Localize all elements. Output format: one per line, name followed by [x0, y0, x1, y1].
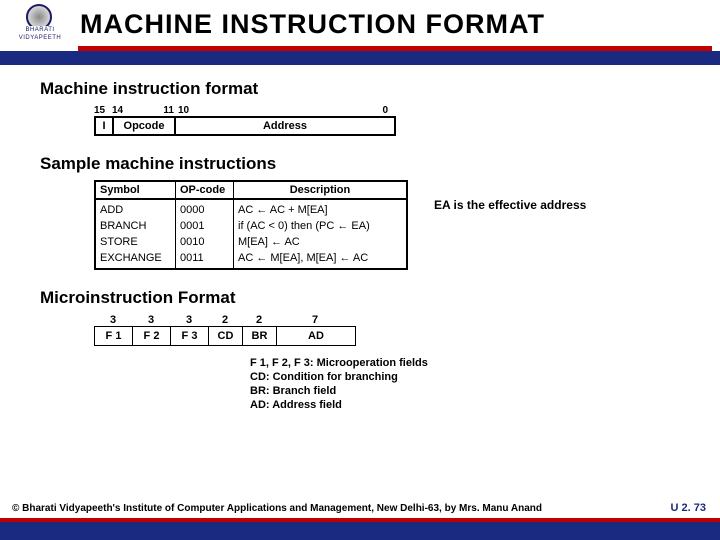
- microinstruction-diagram: 3 3 3 2 2 7 F 1 F 2 F 3 CD BR AD: [94, 314, 720, 346]
- legend-line: F 1, F 2, F 3: Microoperation fields: [250, 356, 720, 370]
- col-opcode: 0000 0001 0010 0011: [176, 200, 234, 268]
- bit-label: 0: [194, 105, 390, 116]
- col-header-description: Description: [234, 182, 406, 198]
- table-cell: 0000: [180, 202, 229, 218]
- col-header-opcode: OP-code: [176, 182, 234, 198]
- logo-text: BHARATIVIDYAPEETH: [8, 26, 72, 42]
- col-symbol: ADD BRANCH STORE EXCHANGE: [96, 200, 176, 268]
- field-cd: CD: [209, 327, 243, 345]
- bit-width: 3: [132, 314, 170, 326]
- field-f3: F 3: [171, 327, 209, 345]
- section3-heading: Microinstruction Format: [40, 288, 720, 308]
- col-description: AC ← AC + M[EA] if (AC < 0) then (PC ← E…: [234, 200, 406, 268]
- table-cell: M[EA] ← AC: [238, 234, 402, 250]
- ea-note: EA is the effective address: [434, 198, 586, 212]
- table-cell: STORE: [100, 234, 171, 250]
- field-f2: F 2: [133, 327, 171, 345]
- bit-label: 10: [174, 105, 194, 116]
- table-cell: 0010: [180, 234, 229, 250]
- field-f1: F 1: [95, 327, 133, 345]
- bit-width: 7: [276, 314, 354, 326]
- col-header-symbol: Symbol: [96, 182, 176, 198]
- field-ad: AD: [277, 327, 355, 345]
- table-cell: BRANCH: [100, 218, 171, 234]
- legend-line: CD: Condition for branching: [250, 370, 720, 384]
- instruction-table: Symbol OP-code Description ADD BRANCH ST…: [94, 180, 408, 270]
- legend-line: AD: Address field: [250, 398, 720, 412]
- table-cell: if (AC < 0) then (PC ← EA): [238, 218, 402, 234]
- bit-label: 15: [94, 105, 112, 116]
- slide-content: Machine instruction format 15 14 11 10 0…: [0, 65, 720, 412]
- page-title: MACHINE INSTRUCTION FORMAT: [80, 9, 545, 40]
- page-number: U 2. 73: [671, 502, 706, 514]
- bit-label: 14: [112, 105, 140, 116]
- microinstruction-legend: F 1, F 2, F 3: Microoperation fields CD:…: [250, 356, 720, 412]
- section2-heading: Sample machine instructions: [40, 154, 720, 174]
- accent-bar-blue: [0, 51, 720, 65]
- bit-width: 2: [208, 314, 242, 326]
- copyright-text: © Bharati Vidyapeeth's Institute of Comp…: [12, 503, 542, 514]
- footer-bar: [0, 522, 720, 540]
- section1-heading: Machine instruction format: [40, 79, 720, 99]
- instruction-format-diagram: 15 14 11 10 0 I Opcode Address: [94, 105, 720, 136]
- table-cell: ADD: [100, 202, 171, 218]
- bit-label: 11: [140, 105, 174, 116]
- institution-logo: BHARATIVIDYAPEETH: [8, 4, 72, 44]
- table-cell: 0011: [180, 250, 229, 266]
- field-i: I: [96, 118, 114, 134]
- table-cell: 0001: [180, 218, 229, 234]
- table-cell: AC ← M[EA], M[EA] ← AC: [238, 250, 402, 266]
- table-cell: AC ← AC + M[EA]: [238, 202, 402, 218]
- field-opcode: Opcode: [114, 118, 176, 134]
- field-br: BR: [243, 327, 277, 345]
- field-address: Address: [176, 118, 394, 134]
- legend-line: BR: Branch field: [250, 384, 720, 398]
- table-cell: EXCHANGE: [100, 250, 171, 266]
- bit-width: 3: [170, 314, 208, 326]
- bit-width: 2: [242, 314, 276, 326]
- title-bar: BHARATIVIDYAPEETH MACHINE INSTRUCTION FO…: [0, 0, 720, 44]
- bit-width: 3: [94, 314, 132, 326]
